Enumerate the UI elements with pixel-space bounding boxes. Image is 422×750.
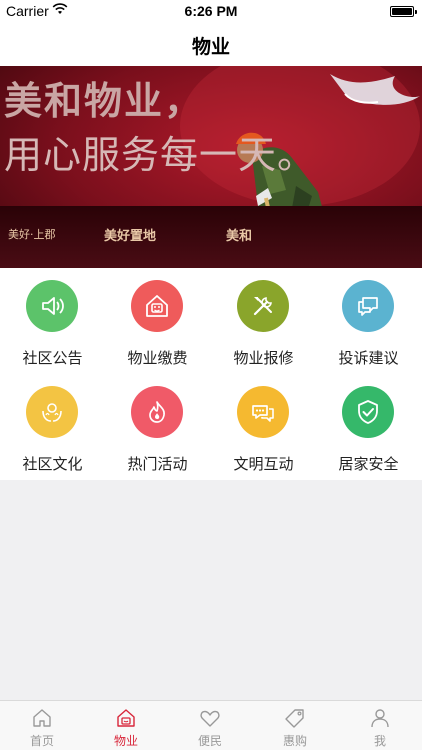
tab-property[interactable]: 物业: [84, 701, 168, 750]
service-label: 物业报修: [233, 349, 294, 367]
tools-icon: [253, 297, 272, 316]
navigation-bar: 物业: [0, 22, 422, 66]
service-label: 文明互动: [233, 455, 294, 473]
tab-label: 首页: [29, 734, 54, 748]
tab-label: 便民: [197, 734, 222, 748]
tab-home[interactable]: 首页: [0, 701, 84, 750]
banner-headline: 美和物业，: [4, 79, 205, 123]
page-title: 物业: [191, 36, 230, 58]
tab-label: 惠购: [282, 734, 307, 748]
banner-brand-3: 美和: [226, 229, 253, 244]
service-icon-circle: [237, 386, 289, 438]
service-icon-circle: [131, 280, 183, 332]
service-grid: 社区公告 物业缴费 物业报修 投诉建议 社区文化 热门活动 文明互动 居家安全: [0, 268, 422, 480]
service-icon-circle: [342, 386, 394, 438]
speaker-icon: [42, 297, 64, 315]
home-icon: [33, 709, 51, 727]
service-civil-interaction[interactable]: 文明互动: [211, 374, 316, 480]
service-label: 物业缴费: [127, 349, 188, 367]
tab-me[interactable]: 我: [338, 701, 422, 750]
tab-convenience[interactable]: 便民: [168, 701, 252, 750]
banner-brand-2: 美好置地: [104, 229, 157, 244]
clock: 6:26 PM: [184, 3, 238, 19]
service-community-culture[interactable]: 社区文化: [0, 374, 105, 480]
service-icon-circle: [237, 280, 289, 332]
service-icon-circle: [26, 280, 78, 332]
tab-label: 我: [373, 734, 386, 748]
service-label: 居家安全: [338, 455, 399, 473]
status-bar: Carrier 6:26 PM: [0, 0, 422, 22]
service-label: 社区文化: [22, 455, 83, 473]
service-community-notice[interactable]: 社区公告: [0, 268, 105, 374]
banner-tagline: 用心服务每一天。: [4, 133, 317, 177]
service-icon-circle: [342, 280, 394, 332]
house-payment-icon: [146, 295, 168, 317]
tab-deals[interactable]: 惠购: [253, 701, 337, 750]
service-label: 投诉建议: [338, 349, 399, 367]
property-icon: [117, 709, 135, 727]
banner-brand-1: 美好·上郡: [8, 228, 56, 241]
chat-bubbles-icon: [358, 297, 378, 316]
shield-check-icon: [358, 400, 378, 424]
service-label: 热门活动: [127, 455, 188, 473]
flame-icon: [149, 401, 165, 423]
service-label: 社区公告: [22, 349, 83, 367]
battery-icon: [390, 6, 417, 17]
service-property-repair[interactable]: 物业报修: [211, 268, 316, 374]
service-icon-circle: [131, 386, 183, 438]
service-home-security[interactable]: 居家安全: [316, 374, 421, 480]
banner-logo-band: [0, 206, 422, 268]
service-icon-circle: [26, 386, 78, 438]
tab-bar: 首页 物业 便民 惠购 我: [0, 700, 422, 750]
service-property-payment[interactable]: 物业缴费: [105, 268, 210, 374]
heart-icon: [200, 710, 220, 727]
tag-icon: [285, 709, 304, 728]
promo-banner[interactable]: 美和物业， 用心服务每一天。 美好·上郡 美好置地 美和: [0, 66, 422, 268]
person-icon: [371, 709, 389, 728]
speech-icon: [252, 405, 274, 422]
tab-label: 物业: [113, 734, 138, 748]
hands-icon: [42, 403, 62, 422]
service-complaint-suggestion[interactable]: 投诉建议: [316, 268, 421, 374]
service-popular-events[interactable]: 热门活动: [105, 374, 210, 480]
